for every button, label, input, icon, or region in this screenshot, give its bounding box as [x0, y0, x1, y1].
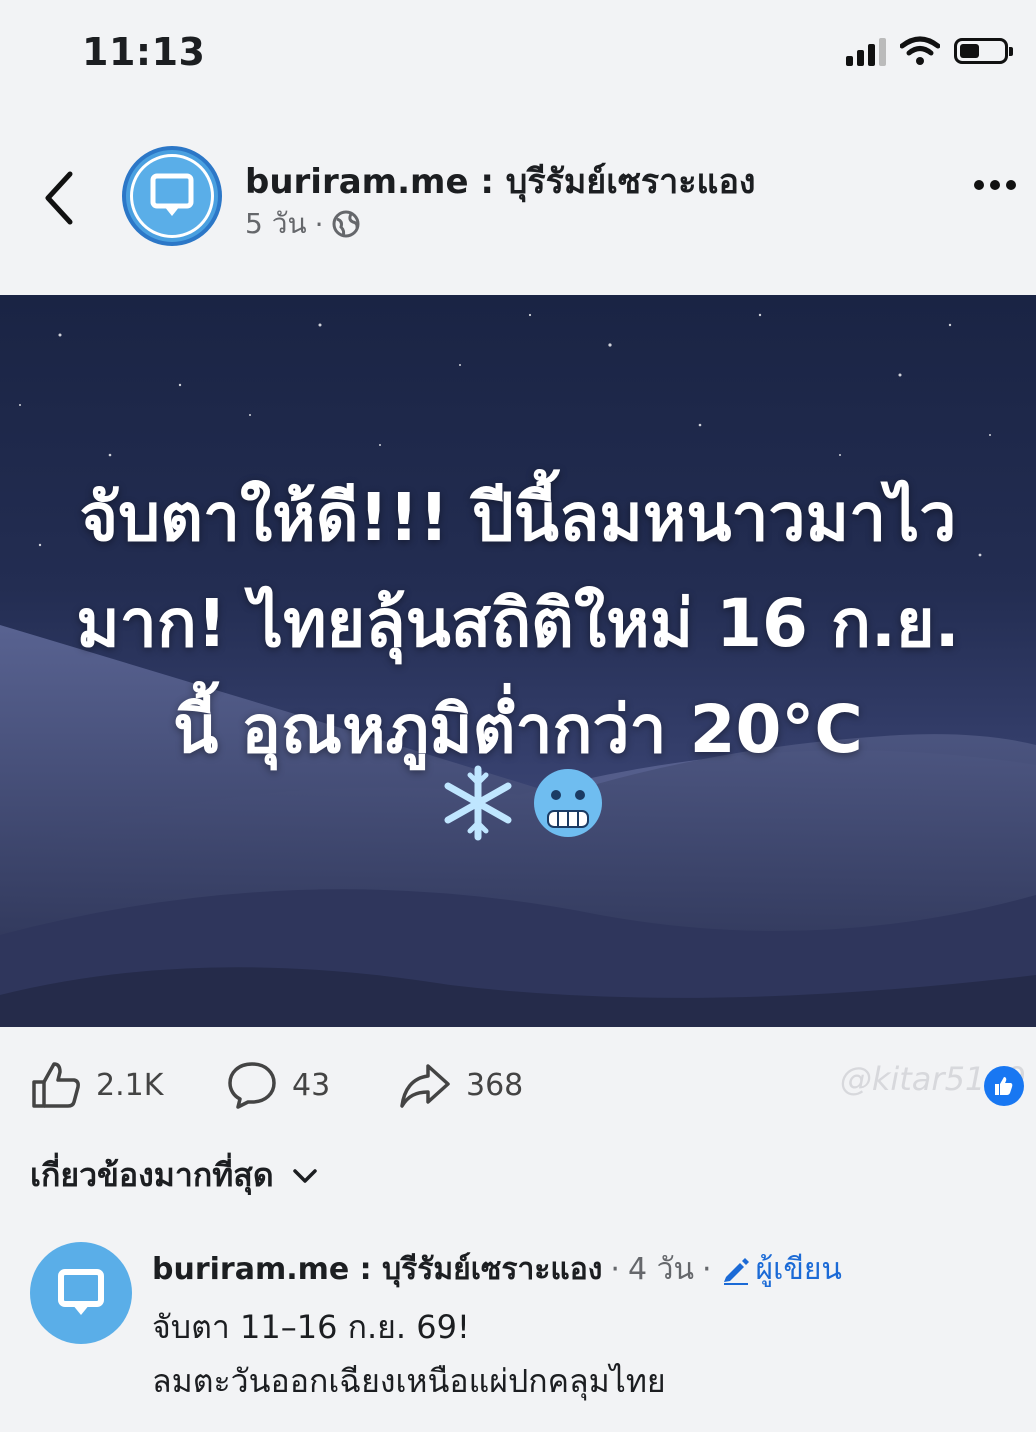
- comment-item: buriram.me : บุรีรัมย์เซราะแอง · 4 วัน ·…: [0, 1238, 1036, 1432]
- chevron-down-icon: [292, 1168, 317, 1183]
- battery-fill: [960, 44, 979, 58]
- wifi-icon: [900, 36, 940, 65]
- comment-author[interactable]: buriram.me : บุรีรัมย์เซราะแอง: [152, 1246, 602, 1293]
- thumbs-up-icon: [32, 1062, 80, 1108]
- globe-icon: [332, 210, 360, 238]
- freezing-face-icon: [534, 769, 602, 837]
- comment-button[interactable]: 43: [226, 1060, 330, 1110]
- page-name[interactable]: buriram.me : บุรีรัมย์เซราะแอง: [245, 154, 755, 208]
- comment-avatar[interactable]: [30, 1242, 132, 1344]
- emoji-row: [440, 765, 606, 841]
- speech-bubble-logo-icon: [58, 1269, 104, 1315]
- author-badge-label: ผู้เขียน: [755, 1252, 842, 1287]
- snowflake-icon: [444, 765, 512, 841]
- share-count: 368: [466, 1067, 524, 1103]
- like-reaction-badge: [984, 1066, 1024, 1106]
- more-options-button[interactable]: [974, 180, 1016, 190]
- status-bar: 11:13: [0, 0, 1036, 110]
- post-actions: 2.1K 43 368 @kitar5149: [0, 1050, 1036, 1120]
- comment-header: buriram.me : บุรีรัมย์เซราะแอง · 4 วัน ·…: [152, 1246, 842, 1293]
- comment-sort-selector[interactable]: เกี่ยวข้องมากที่สุด: [30, 1150, 318, 1201]
- back-chevron-icon[interactable]: [40, 168, 80, 228]
- battery-icon: [954, 38, 1013, 64]
- post-time[interactable]: 5 วัน: [245, 202, 307, 246]
- comment-time[interactable]: 4 วัน: [628, 1246, 694, 1293]
- comment-line-1: จับตา 11–16 ก.ย. 69!: [152, 1308, 470, 1346]
- post-meta: 5 วัน ·: [245, 202, 361, 246]
- page-avatar[interactable]: [122, 146, 222, 246]
- meta-separator: ·: [314, 207, 324, 241]
- share-arrow-icon: [400, 1064, 450, 1108]
- share-button[interactable]: 368: [398, 1060, 523, 1110]
- comment-line-2: ลมตะวันออกเฉียงเหนือแผ่ปกคลุมไทย: [152, 1362, 666, 1400]
- status-time: 11:13: [82, 30, 206, 74]
- post-image[interactable]: จับตาให้ดี!!! ปีนี้ลมหนาวมาไวมาก! ไทยลุ้…: [0, 295, 1036, 1027]
- comment-bubble-icon: [228, 1062, 276, 1109]
- comment-dot: ·: [701, 1252, 712, 1287]
- speech-bubble-logo-icon: [150, 173, 194, 216]
- author-badge: ผู้เขียน: [720, 1246, 842, 1293]
- cellular-signal-icon: [846, 36, 886, 66]
- comment-count: 43: [292, 1067, 331, 1103]
- thumbs-up-icon: [995, 1077, 1013, 1095]
- like-button[interactable]: 2.1K: [30, 1060, 163, 1110]
- post-headline: จับตาให้ดี!!! ปีนี้ลมหนาวมาไวมาก! ไทยลุ้…: [76, 479, 960, 768]
- status-icons: [846, 36, 1013, 66]
- pencil-icon: [723, 1257, 749, 1285]
- post-header: buriram.me : บุรีรัมย์เซราะแอง 5 วัน ·: [0, 130, 1036, 270]
- comment-dot: ·: [610, 1252, 620, 1287]
- like-count: 2.1K: [96, 1067, 164, 1103]
- comment-body: จับตา 11–16 ก.ย. 69! ลมตะวันออกเฉียงเหนื…: [152, 1300, 666, 1408]
- sort-label: เกี่ยวข้องมากที่สุด: [30, 1156, 274, 1194]
- more-dots-icon: [974, 180, 984, 190]
